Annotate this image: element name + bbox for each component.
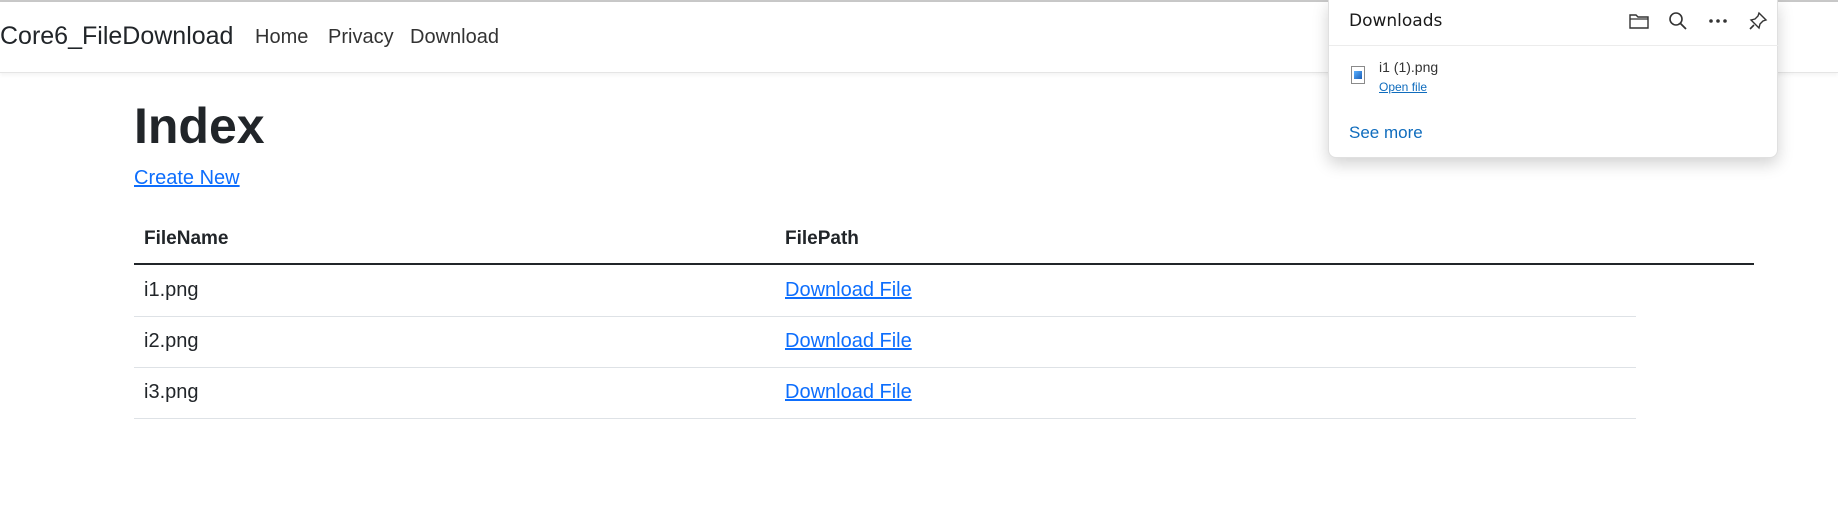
download-file-link[interactable]: Download File [785, 330, 912, 353]
image-file-icon [1351, 66, 1365, 84]
open-file-link[interactable]: Open file [1379, 80, 1427, 94]
page-title: Index [134, 98, 265, 154]
table-header: FileName FilePath [134, 222, 1754, 265]
download-file-link[interactable]: Download File [785, 381, 912, 404]
see-more-link[interactable]: See more [1349, 123, 1423, 143]
table-row: i3.png Download File [134, 368, 1636, 419]
more-icon[interactable] [1705, 8, 1731, 34]
cell-file-name: i3.png [144, 381, 199, 403]
downloads-title: Downloads [1349, 11, 1443, 31]
pin-icon[interactable] [1745, 8, 1771, 34]
nav-link-home[interactable]: Home [255, 26, 308, 49]
flyout-divider [1329, 45, 1779, 46]
download-file-link[interactable]: Download File [785, 279, 912, 302]
cell-file-name: i2.png [144, 330, 199, 352]
download-item-name[interactable]: i1 (1).png [1379, 59, 1438, 75]
nav-link-download[interactable]: Download [410, 26, 499, 49]
nav-link-privacy[interactable]: Privacy [328, 26, 394, 49]
create-new-link[interactable]: Create New [134, 167, 240, 190]
table-row: i2.png Download File [134, 317, 1636, 368]
table-row: i1.png Download File [134, 266, 1636, 317]
column-header-filename: FileName [144, 228, 229, 249]
downloads-flyout: Downloads i1 (1).png Open file See more [1328, 0, 1779, 158]
folder-icon[interactable] [1626, 8, 1652, 34]
brand-link[interactable]: Core6_FileDownload [0, 22, 233, 51]
cell-file-name: i1.png [144, 279, 199, 301]
search-icon[interactable] [1665, 8, 1691, 34]
column-header-filepath: FilePath [785, 228, 859, 249]
